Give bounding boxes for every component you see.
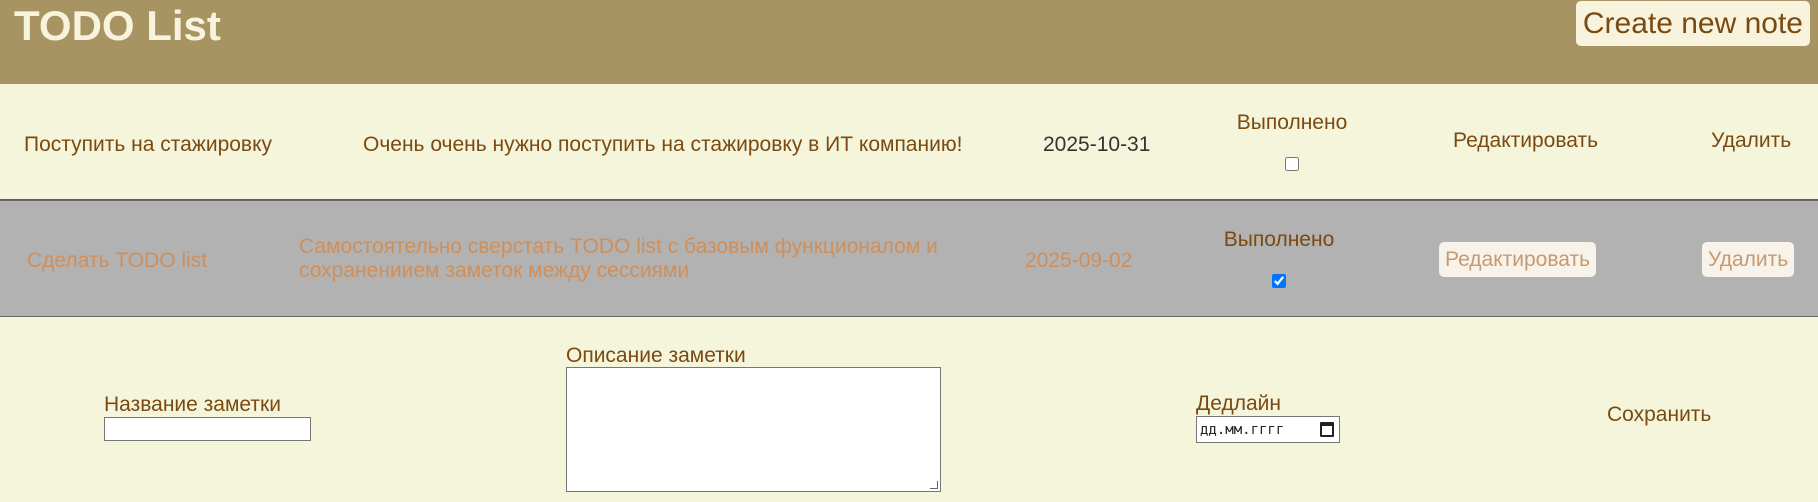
note-status: Выполнено <box>1199 228 1359 288</box>
note-deadline: 2025-09-02 <box>1025 249 1133 272</box>
note-row: Сделать TODO list Самостоятельно сверста… <box>0 200 1818 317</box>
note-status: Выполнено <box>1212 111 1372 171</box>
done-checkbox[interactable] <box>1272 274 1286 288</box>
new-note-form: Название заметки Описание заметки Дедлай… <box>0 317 1818 502</box>
create-note-button[interactable]: Create new note <box>1575 1 1810 46</box>
edit-note-button[interactable]: Редактировать <box>1453 129 1598 153</box>
title-label: Название заметки <box>104 393 281 416</box>
save-note-button[interactable]: Сохранить <box>1607 403 1711 427</box>
note-row: Поступить на стажировку Очень очень нужн… <box>0 84 1818 200</box>
done-checkbox[interactable] <box>1285 157 1299 171</box>
delete-note-button[interactable]: Удалить <box>1711 129 1791 153</box>
app-header: TODO List Create new note <box>0 0 1818 84</box>
note-title-input[interactable] <box>104 417 311 441</box>
date-placeholder: дд.мм.гггг <box>1200 421 1285 438</box>
note-description-textarea[interactable] <box>566 367 941 492</box>
note-title: Поступить на стажировку <box>24 133 273 156</box>
deadline-date-input[interactable]: дд.мм.гггг <box>1196 416 1340 443</box>
note-deadline: 2025-10-31 <box>1043 133 1151 156</box>
edit-note-button[interactable]: Редактировать <box>1439 242 1597 277</box>
description-label: Описание заметки <box>566 344 746 367</box>
delete-note-button[interactable]: Удалить <box>1702 242 1795 277</box>
deadline-label: Дедлайн <box>1196 392 1281 415</box>
status-label: Выполнено <box>1223 228 1335 251</box>
status-label: Выполнено <box>1236 111 1348 134</box>
resize-handle-icon[interactable] <box>930 481 938 489</box>
note-description: Очень очень нужно поступить на стажировк… <box>363 133 963 156</box>
note-title: Сделать TODO list <box>27 249 208 272</box>
note-description: Самостоятельно сверстать TODO list с баз… <box>299 235 938 282</box>
calendar-icon[interactable] <box>1320 422 1334 437</box>
app-title: TODO List <box>14 2 221 49</box>
